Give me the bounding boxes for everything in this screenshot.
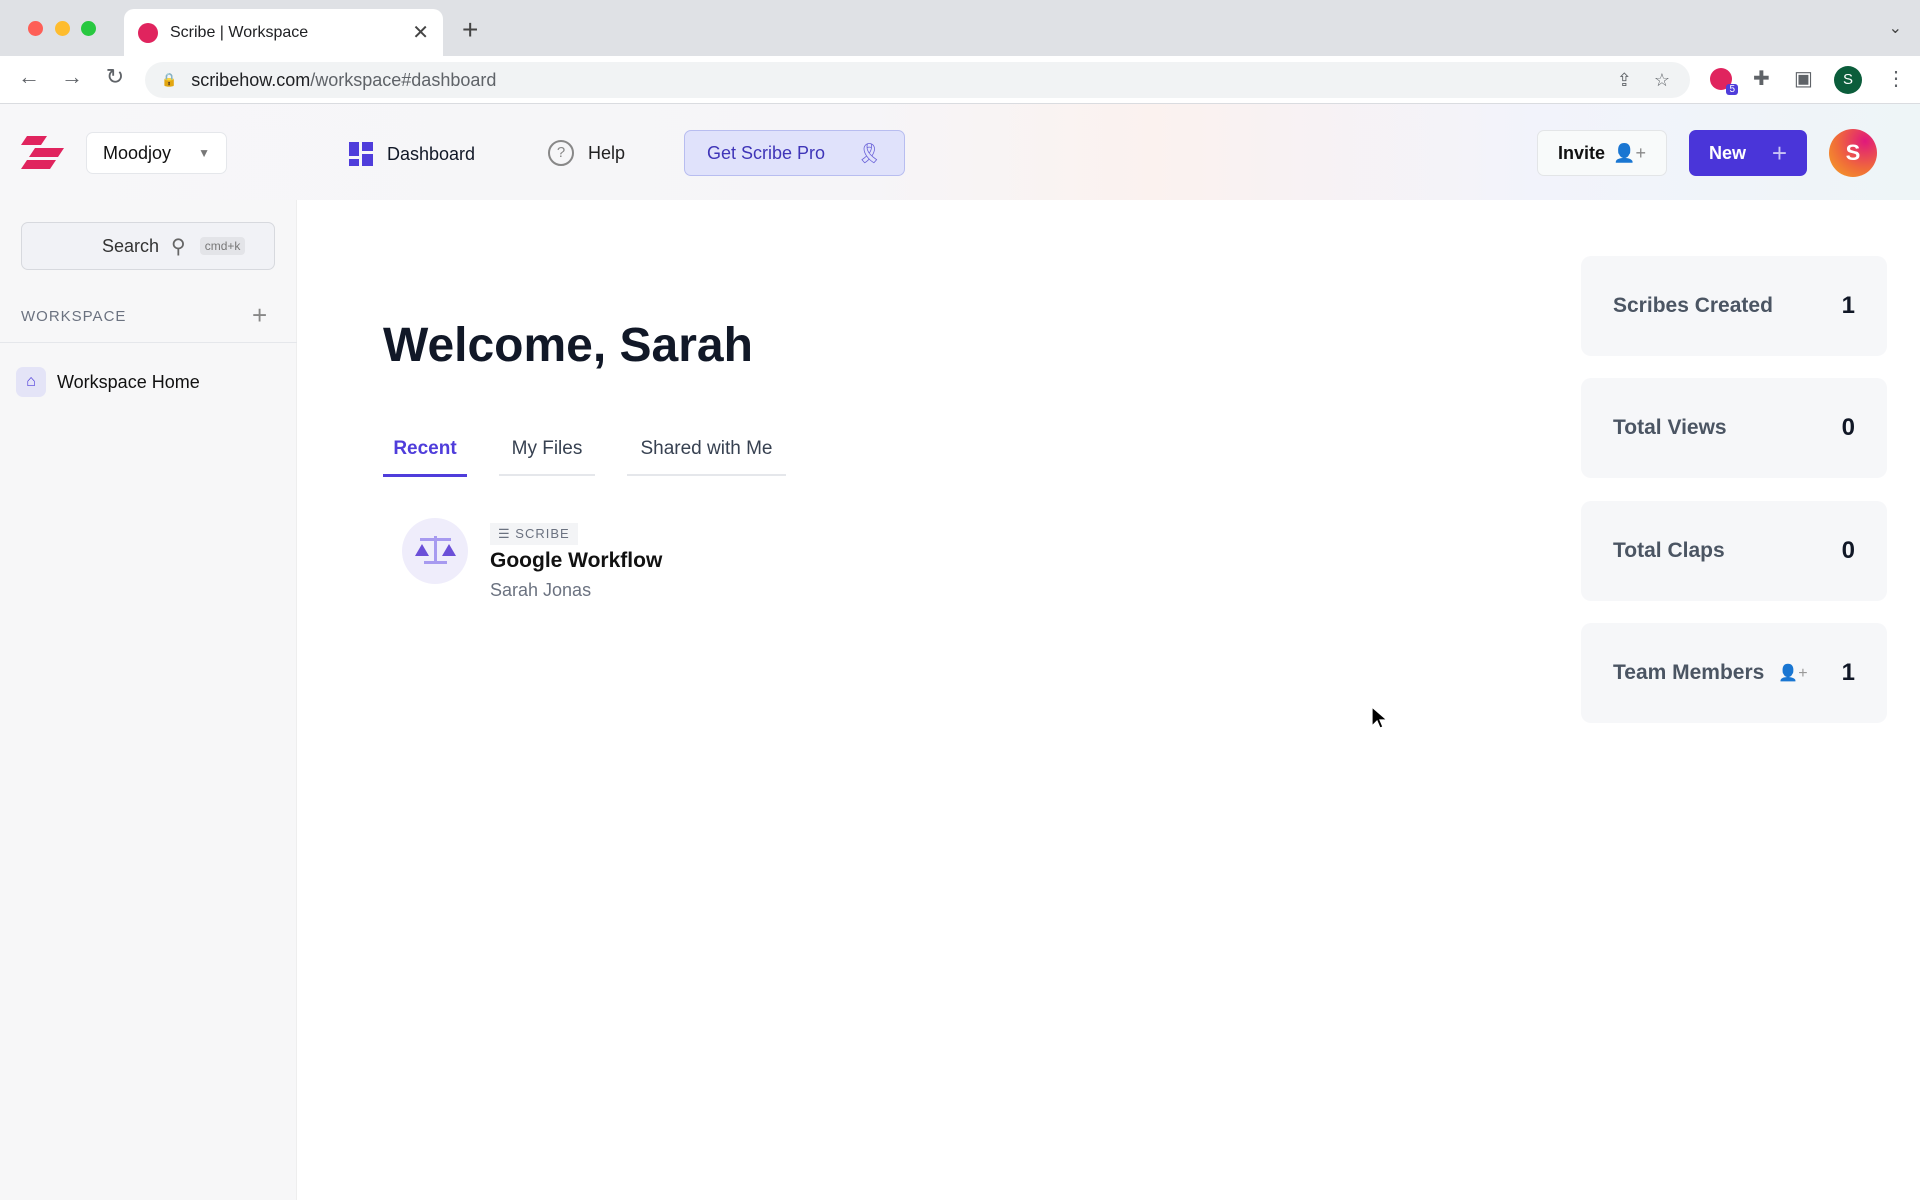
stat-card-total-claps: Total Claps 0	[1581, 501, 1887, 601]
app-header: Moodjoy ▼ Dashboard ? Help Get Scribe Pr…	[0, 104, 1920, 200]
mouse-cursor-icon	[1371, 705, 1389, 735]
scribe-favicon-icon	[138, 22, 158, 43]
tab-title: Scribe | Workspace	[170, 23, 309, 41]
address-bar[interactable]: 🔒 scribehow.com/workspace#dashboard ⇪ ☆	[145, 62, 1690, 98]
close-window-button[interactable]	[28, 21, 43, 36]
add-workspace-item-icon[interactable]: +	[252, 300, 267, 331]
stat-label: Team Members	[1613, 661, 1765, 684]
nav-dashboard[interactable]: Dashboard	[349, 142, 475, 166]
dashboard-grid-icon	[349, 142, 373, 166]
forward-icon[interactable]: →	[57, 64, 87, 90]
help-circle-icon: ?	[548, 140, 574, 166]
more-menu-icon[interactable]: ⋮	[1886, 66, 1906, 91]
get-pro-label: Get Scribe Pro	[707, 142, 826, 163]
workspace-switcher[interactable]: Moodjoy ▼	[86, 132, 227, 174]
stat-label: Total Views	[1613, 416, 1727, 439]
scribe-logo-icon[interactable]	[21, 136, 64, 170]
file-author: Sarah Jonas	[490, 580, 592, 600]
stat-label: Scribes Created	[1613, 294, 1773, 317]
new-tab-button[interactable]: +	[462, 14, 478, 46]
list-icon: ☰	[498, 526, 516, 541]
back-icon[interactable]: ←	[14, 64, 44, 90]
home-icon: ⌂	[16, 367, 46, 397]
list-item[interactable]: ☰ SCRIBE Google Workflow Sarah Jonas	[402, 518, 802, 608]
stat-label: Total Claps	[1613, 539, 1725, 562]
invite-button[interactable]: Invite 👤+	[1537, 130, 1667, 176]
stat-card-team-members[interactable]: Team Members 👤+ 1	[1581, 623, 1887, 723]
plus-icon: +	[1771, 137, 1787, 168]
sidebar-item-workspace-home[interactable]: ⌂ Workspace Home	[16, 367, 200, 397]
stat-value: 0	[1841, 537, 1855, 564]
share-icon[interactable]: ⇪	[1617, 70, 1632, 91]
get-scribe-pro-button[interactable]: Get Scribe Pro 🎗	[684, 130, 905, 176]
new-button[interactable]: New +	[1689, 130, 1807, 176]
user-avatar[interactable]: S	[1829, 129, 1877, 177]
tab-recent[interactable]: Recent	[383, 438, 467, 477]
file-type-label: SCRIBE	[515, 526, 570, 541]
add-user-icon: 👤+	[1613, 142, 1646, 163]
browser-toolbar: ← → ↻ 🔒 scribehow.com/workspace#dashboar…	[0, 56, 1920, 104]
nav-help[interactable]: ? Help	[548, 140, 625, 166]
reload-icon[interactable]: ↻	[100, 64, 130, 90]
scale-icon	[402, 518, 468, 584]
maximize-window-button[interactable]	[81, 21, 96, 36]
search-shortcut: cmd+k	[199, 237, 246, 255]
award-ribbon-icon: 🎗	[856, 142, 882, 165]
extension-badge: 5	[1726, 84, 1738, 95]
workspace-name: Moodjoy	[103, 142, 172, 163]
dashboard-label: Dashboard	[387, 143, 476, 164]
close-tab-icon[interactable]: ✕	[412, 20, 429, 45]
tab-search-chevron-icon[interactable]: ⌄	[1889, 18, 1902, 38]
divider	[0, 342, 297, 343]
profile-avatar[interactable]: S	[1834, 66, 1862, 94]
caret-down-icon: ▼	[198, 146, 210, 160]
stat-value: 1	[1841, 659, 1855, 686]
help-label: Help	[588, 142, 626, 163]
stat-value: 0	[1841, 414, 1855, 441]
tab-shared-with-me[interactable]: Shared with Me	[627, 438, 786, 476]
stat-card-scribes-created: Scribes Created 1	[1581, 256, 1887, 356]
add-user-icon[interactable]: 👤+	[1778, 663, 1807, 683]
extensions-puzzle-icon[interactable]: ✚	[1753, 66, 1770, 91]
scribe-extension-icon[interactable]: 5	[1710, 68, 1738, 95]
new-label: New	[1709, 142, 1747, 163]
sidebar-item-label: Workspace Home	[57, 371, 200, 392]
browser-tab-bar: Scribe | Workspace ✕ + ⌄	[0, 0, 1920, 56]
side-panel-icon[interactable]: ▣	[1794, 66, 1813, 91]
sidebar: Search ⚲ cmd+k WORKSPACE + ⌂ Workspace H…	[0, 200, 297, 1200]
search-icon: ⚲	[171, 235, 186, 258]
stat-card-total-views: Total Views 0	[1581, 378, 1887, 478]
minimize-window-button[interactable]	[55, 21, 70, 36]
invite-label: Invite	[1558, 142, 1606, 163]
search-input[interactable]: Search ⚲ cmd+k	[21, 222, 275, 270]
page-title: Welcome, Sarah	[383, 319, 753, 372]
browser-tab[interactable]: Scribe | Workspace ✕	[124, 9, 443, 56]
url-path: /workspace#dashboard	[310, 69, 497, 90]
tab-my-files[interactable]: My Files	[499, 438, 595, 476]
file-type-badge: ☰ SCRIBE	[490, 523, 578, 545]
search-label: Search	[102, 235, 160, 256]
file-title[interactable]: Google Workflow	[490, 549, 662, 573]
bookmark-star-icon[interactable]: ☆	[1654, 70, 1670, 91]
lock-icon: 🔒	[161, 72, 178, 87]
workspace-section-label: WORKSPACE	[21, 308, 127, 325]
url-host: scribehow.com	[191, 69, 311, 90]
stat-value: 1	[1841, 292, 1855, 319]
